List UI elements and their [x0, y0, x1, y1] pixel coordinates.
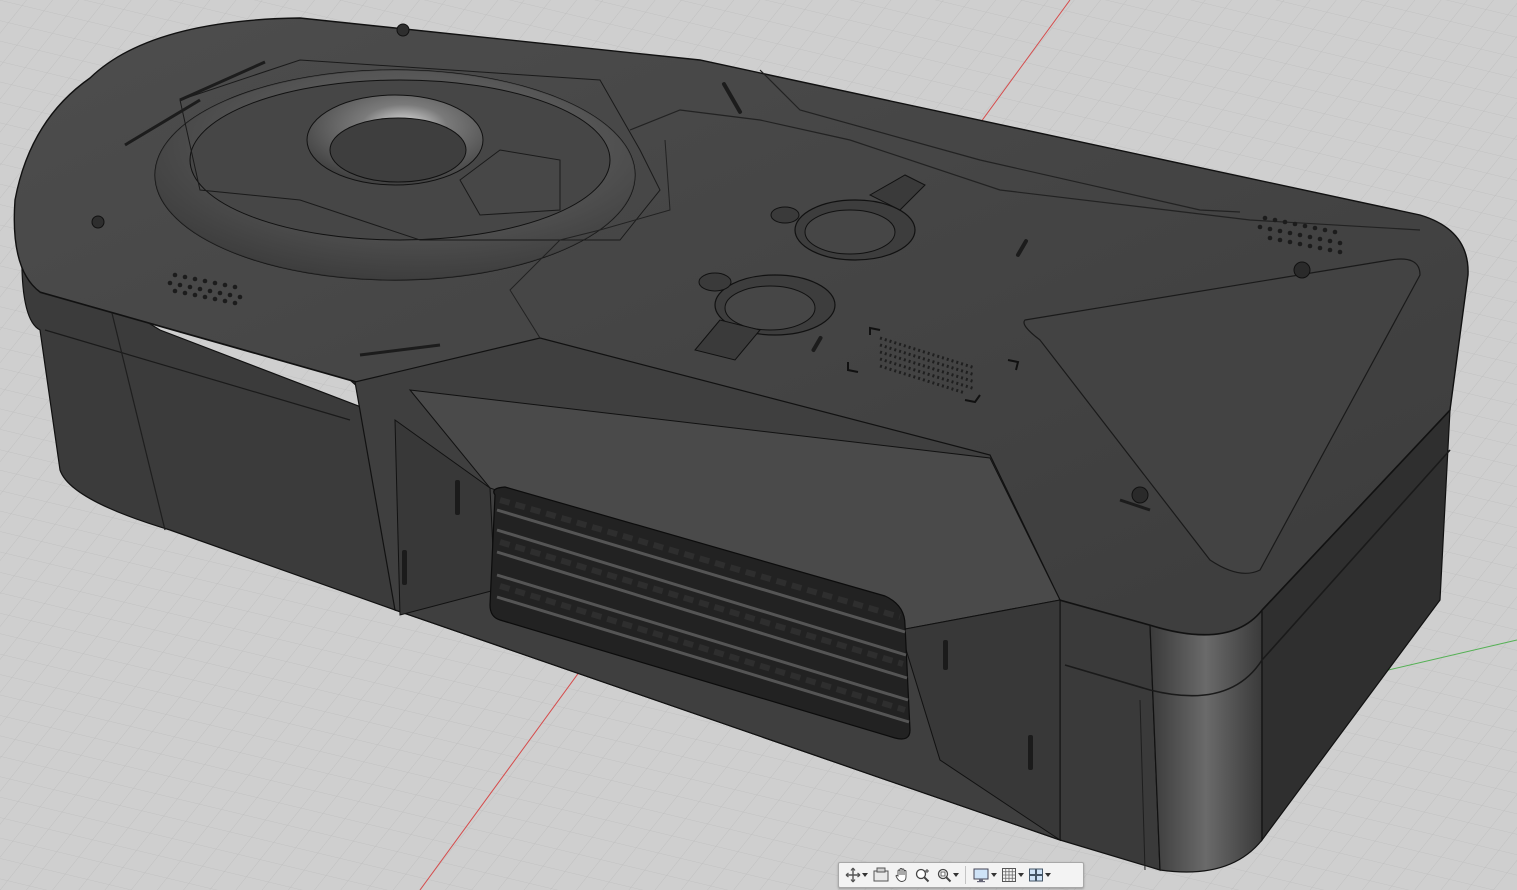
viewports-button[interactable]: [1026, 864, 1053, 886]
fit-zoom-icon: [937, 868, 952, 883]
canvas-scene[interactable]: [0, 0, 1517, 890]
display-settings-button[interactable]: [970, 864, 999, 886]
grid-snaps-button[interactable]: [999, 864, 1026, 886]
fit-button[interactable]: [934, 864, 961, 886]
pan-hand-icon: [895, 868, 907, 882]
navigation-toolbar: [838, 862, 1084, 888]
zoom-icon: [915, 868, 930, 883]
look-at-icon: [873, 867, 889, 882]
look-at-button[interactable]: [870, 864, 892, 886]
zoom-button[interactable]: [912, 864, 934, 886]
toolbar-separator: [965, 866, 966, 884]
display-settings-icon: [973, 868, 989, 883]
viewports-icon: [1029, 868, 1043, 882]
orbit-icon: [845, 867, 861, 883]
pan-button[interactable]: [892, 864, 912, 886]
orbit-button[interactable]: [843, 864, 870, 886]
3d-viewport[interactable]: [0, 0, 1517, 890]
grid-snaps-icon: [1002, 868, 1016, 882]
